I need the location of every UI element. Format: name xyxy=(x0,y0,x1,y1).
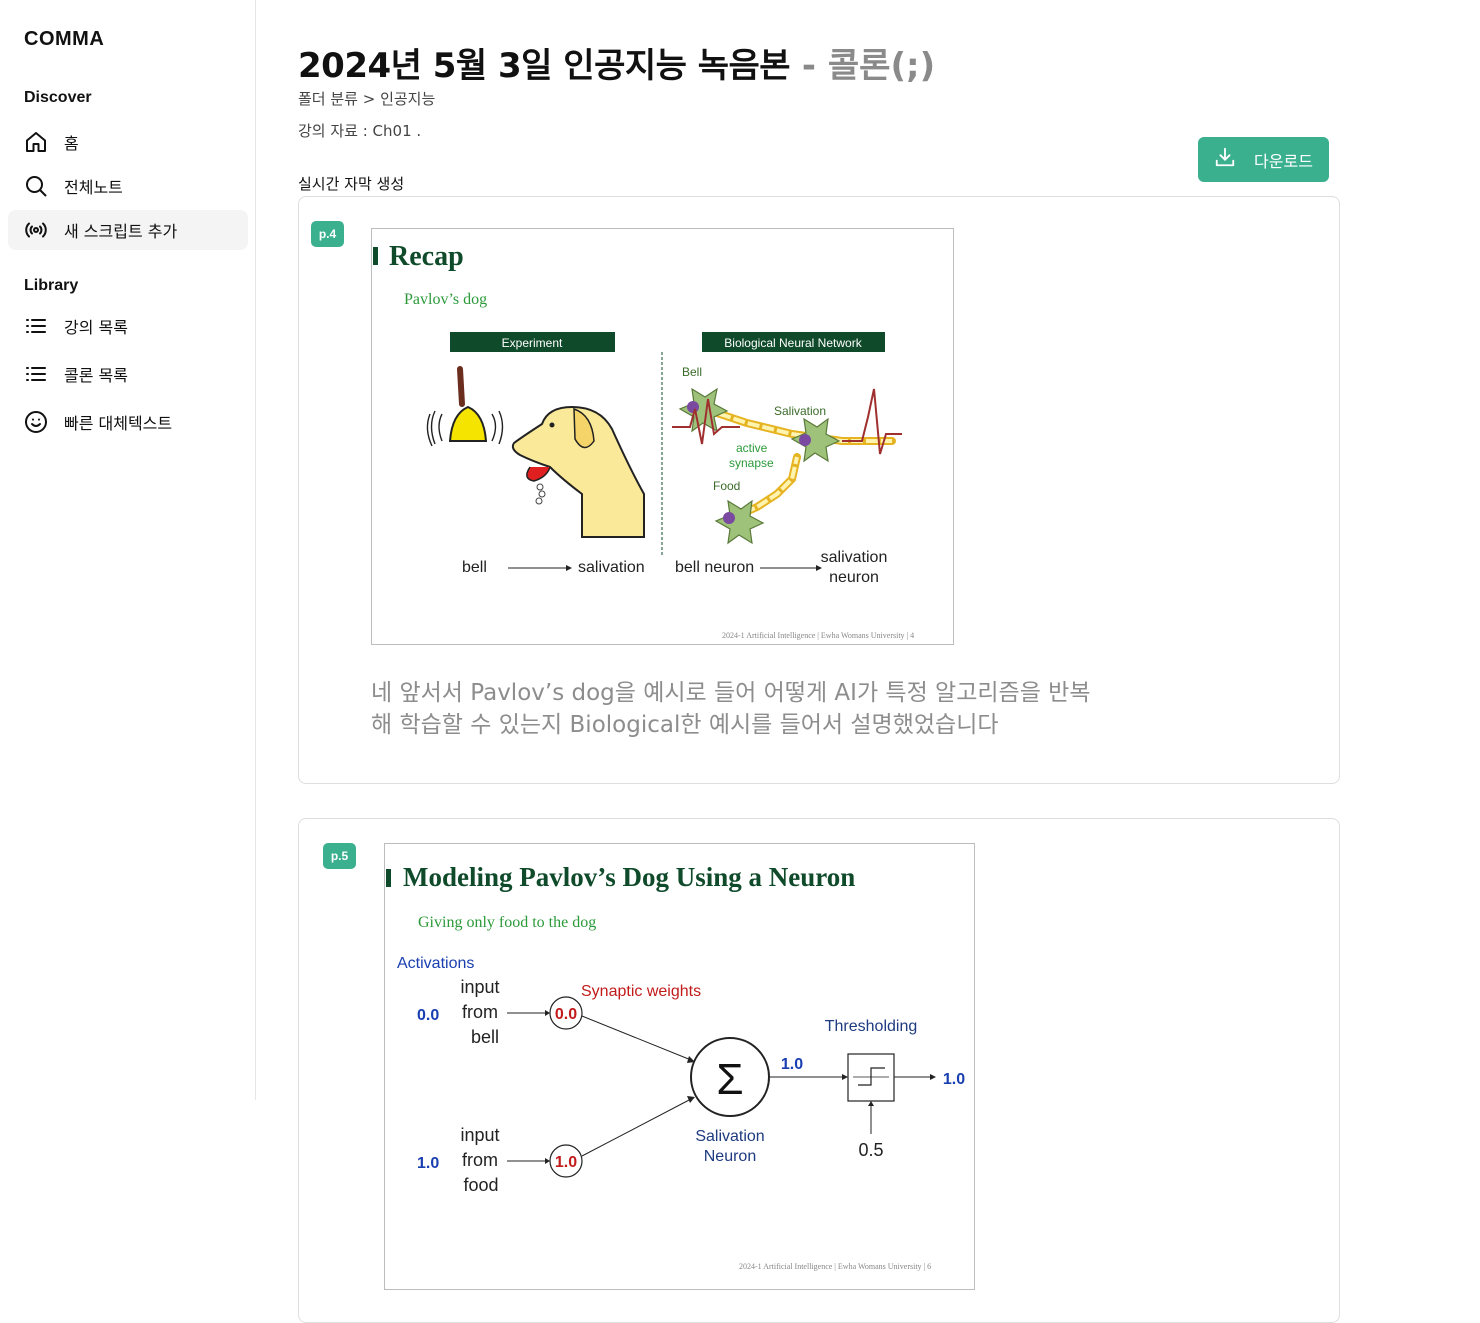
slide-image-recap: Recap Pavlov’s dog Experiment Biological… xyxy=(371,228,954,645)
bottom-salivation: salivation xyxy=(578,559,645,576)
neuron-label-1: Salivation xyxy=(695,1128,764,1145)
page-title-main: 2024년 5월 3일 인공지능 녹음본 xyxy=(298,46,791,86)
page-title-suffix: - 콜론(;) xyxy=(790,46,936,86)
bell-tag: Bell xyxy=(682,365,702,379)
weight-bell: 0.0 xyxy=(555,1006,577,1023)
live-caption-label: 실시간 자막 생성 xyxy=(298,175,405,193)
nav-item-label: 콜론 목록 xyxy=(64,366,128,385)
bottom-bell-neuron: bell neuron xyxy=(675,559,754,576)
bell-illustration xyxy=(426,366,504,447)
nav-item-lecture-list[interactable]: 강의 목록 xyxy=(8,306,248,346)
bottom-bell: bell xyxy=(462,559,487,576)
download-button[interactable]: 다운로드 xyxy=(1198,137,1329,182)
food-tag: Food xyxy=(713,479,740,493)
slide-diagram-neuron: Activations input from bell 0.0 input fr… xyxy=(397,955,965,1195)
download-label: 다운로드 xyxy=(1254,151,1313,171)
input-bell-1: input xyxy=(460,977,499,997)
lecture-material: 강의 자료 : Ch01 . xyxy=(298,122,422,140)
slide-footer: 2024-1 Artificial Intelligence | Ewha Wo… xyxy=(739,1262,932,1271)
thresholding-label: Thresholding xyxy=(825,1018,918,1035)
neuron-label-2: Neuron xyxy=(704,1148,756,1165)
section-title-discover: Discover xyxy=(24,89,92,106)
nav-item-quick-alt-text[interactable]: 빠른 대체텍스트 xyxy=(8,402,248,442)
nav-item-label: 전체노트 xyxy=(64,178,123,197)
bottom-salivation-neuron-1: salivation xyxy=(821,549,888,566)
smiley-icon xyxy=(24,410,48,434)
list-icon xyxy=(24,362,48,386)
list-icon xyxy=(24,314,48,338)
input-bell-2: from xyxy=(462,1002,498,1022)
nav-item-label: 빠른 대체텍스트 xyxy=(64,414,173,433)
synaptic-weights-label: Synaptic weights xyxy=(581,983,701,1000)
search-icon xyxy=(24,174,48,198)
nav-item-all-notes[interactable]: 전체노트 xyxy=(8,166,248,206)
transcript-text[interactable]: 네 앞서서 Pavlov’s dog을 예시로 들어 어떻게 AI가 특정 알고… xyxy=(371,677,1091,741)
sigma-symbol: Σ xyxy=(716,1055,743,1104)
sidebar: COMMA Discover 홈 전체노트 새 스크립트 추가 Library … xyxy=(0,0,256,1100)
page-badge[interactable]: p.5 xyxy=(323,843,356,869)
slide-diagram-pavlov: Experiment Biological Neural Network Bel… xyxy=(426,332,902,586)
nav-item-label: 강의 목록 xyxy=(64,318,128,337)
nav-item-new-script[interactable]: 새 스크립트 추가 xyxy=(8,210,248,250)
input-food-1: input xyxy=(460,1125,499,1145)
section-title-library: Library xyxy=(24,277,79,294)
input-food-2: from xyxy=(462,1150,498,1170)
experiment-header: Experiment xyxy=(502,336,563,350)
nav-item-colon-list[interactable]: 콜론 목록 xyxy=(8,354,248,394)
page-badge[interactable]: p.4 xyxy=(311,221,344,247)
act-bell: 0.0 xyxy=(417,1007,439,1024)
brand-logo[interactable]: COMMA xyxy=(24,28,104,51)
final-output: 1.0 xyxy=(943,1071,965,1088)
input-bell-3: bell xyxy=(471,1027,499,1047)
breadcrumb[interactable]: 폴더 분류 > 인공지능 xyxy=(298,88,435,109)
input-food-3: food xyxy=(463,1175,498,1195)
broadcast-icon xyxy=(24,218,48,242)
salivation-tag: Salivation xyxy=(774,404,826,418)
bottom-salivation-neuron-2: neuron xyxy=(829,569,879,586)
weight-food: 1.0 xyxy=(555,1154,577,1171)
active-synapse-2: synapse xyxy=(729,456,774,470)
home-icon xyxy=(24,130,48,154)
act-food: 1.0 xyxy=(417,1155,439,1172)
sum-output: 1.0 xyxy=(781,1056,803,1073)
bnn-header: Biological Neural Network xyxy=(724,336,862,350)
slide-footer: 2024-1 Artificial Intelligence | Ewha Wo… xyxy=(722,631,915,640)
dog-illustration xyxy=(511,405,645,538)
threshold-value: 0.5 xyxy=(858,1140,883,1160)
page-title: 2024년 5월 3일 인공지능 녹음본 - 콜론(;) xyxy=(298,38,935,87)
active-synapse-1: active xyxy=(736,441,768,455)
nav-item-home[interactable]: 홈 xyxy=(8,122,248,162)
activations-label: Activations xyxy=(397,955,474,972)
download-icon xyxy=(1214,146,1236,173)
slide-image-neuron-model: Modeling Pavlov’s Dog Using a Neuron Giv… xyxy=(384,843,975,1290)
slide-card-1: p.4 Recap Pavlov’s dog Experiment Biolog… xyxy=(298,196,1340,784)
slide-card-2: p.5 Modeling Pavlov’s Dog Using a Neuron… xyxy=(298,818,1340,1323)
nav-item-label: 홈 xyxy=(64,134,79,153)
nav-item-label: 새 스크립트 추가 xyxy=(64,222,178,241)
